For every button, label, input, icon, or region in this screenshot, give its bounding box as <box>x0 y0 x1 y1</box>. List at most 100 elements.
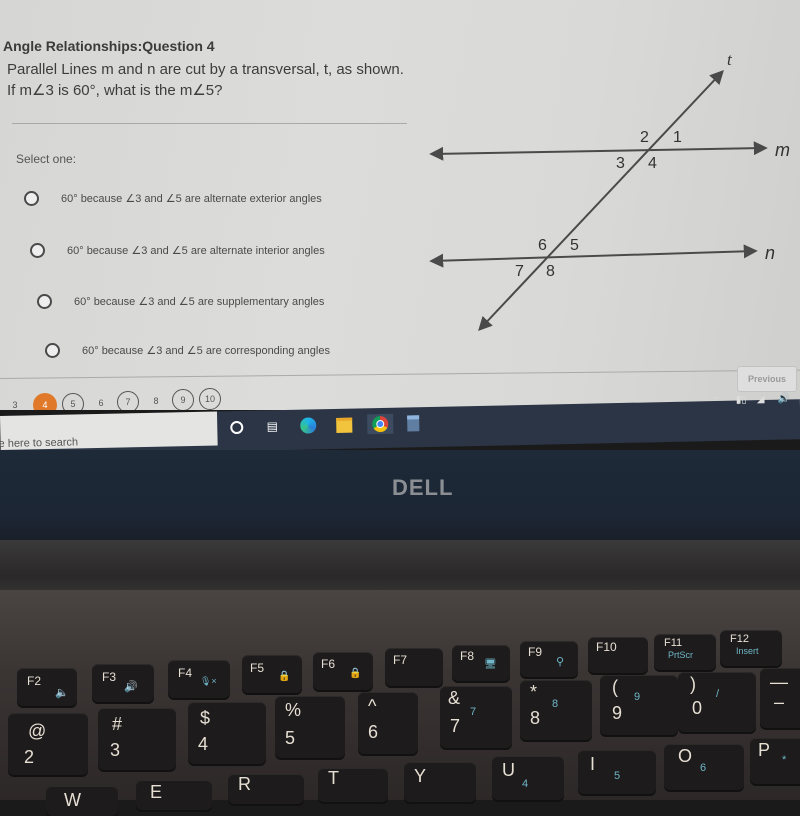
key-legend: 9 <box>612 703 623 723</box>
key-legend: F5 <box>250 661 265 675</box>
key-legend: 8 <box>530 708 541 728</box>
page-4-current[interactable]: 4 <box>33 393 57 410</box>
key-i[interactable]: I5 <box>578 750 656 794</box>
key-p[interactable]: P * <box>750 738 800 784</box>
key-f8[interactable]: F8 🖥 <box>452 645 510 681</box>
key-e[interactable]: E <box>136 780 212 810</box>
line-m <box>429 141 768 161</box>
chrome-icon[interactable] <box>367 413 394 435</box>
calculator-icon[interactable] <box>403 413 423 433</box>
battery-icon[interactable]: ▮▯ <box>736 394 747 405</box>
key-legend: F9 <box>528 645 543 659</box>
key-legend: — <box>770 672 788 692</box>
page-5[interactable]: 5 <box>62 393 84 410</box>
radio-button[interactable] <box>24 191 39 206</box>
page-8[interactable]: 8 <box>145 390 167 410</box>
key-legend: F10 <box>596 640 617 654</box>
answer-option-1[interactable]: 60° because ∠3 and ∠5 are alternate exte… <box>24 191 322 206</box>
angle-8: 8 <box>546 263 555 280</box>
answer-option-4[interactable]: 60° because ∠3 and ∠5 are corresponding … <box>45 343 330 358</box>
angle-4: 4 <box>648 155 657 172</box>
key-y[interactable]: Y <box>404 762 476 802</box>
answer-label: 60° because ∠3 and ∠5 are alternate inte… <box>67 245 325 257</box>
key-legend: Y <box>414 766 427 786</box>
divider <box>12 123 407 124</box>
key-legend: 6 <box>368 722 379 742</box>
key-legend: 5 <box>285 728 296 748</box>
radio-button[interactable] <box>37 294 52 309</box>
key-2[interactable]: @2 <box>8 713 88 775</box>
key-legend: PrtScr <box>668 650 694 660</box>
key-f7[interactable]: F7 <box>385 648 443 686</box>
key-7[interactable]: & 7 7 <box>440 686 512 748</box>
volume-down-icon: 🔈 <box>55 687 69 699</box>
key-f10[interactable]: F10 <box>588 637 648 673</box>
label-t: t <box>727 50 733 69</box>
select-prompt: Select one: <box>16 152 77 166</box>
key-9[interactable]: (9 9 <box>600 675 678 735</box>
key-legend: I <box>590 754 596 774</box>
answer-label: 60° because ∠3 and ∠5 are alternate exte… <box>61 193 322 205</box>
keyboard-deck: F2 🔈 F3 🔊 F4 🎙× F5 🔒 F6 🔒 F7 F8 🖥 F9 ⚲ F10 F11 P… <box>0 590 800 816</box>
page-10[interactable]: 10 <box>199 388 221 410</box>
key-f6[interactable]: F6 🔒 <box>313 652 373 690</box>
key-legend: 7 <box>470 706 477 718</box>
key-f4[interactable]: F4 🎙× <box>168 660 230 698</box>
key-legend: % <box>285 700 302 720</box>
taskbar-search-box[interactable]: e here to search <box>0 411 218 450</box>
key-u[interactable]: U4 <box>492 756 564 800</box>
angle-5: 5 <box>570 237 579 254</box>
key-f11[interactable]: F11 PrtScr <box>654 634 716 670</box>
key-8[interactable]: * 8 8 <box>520 680 592 740</box>
page-9[interactable]: 9 <box>172 389 194 410</box>
key-legend: @ <box>28 721 47 741</box>
radio-button[interactable] <box>45 343 60 358</box>
cortana-icon[interactable] <box>226 417 246 437</box>
volume-icon[interactable]: 🔊 <box>778 393 791 404</box>
key-f3[interactable]: F3 🔊 <box>92 664 154 702</box>
key-minus[interactable]: — – <box>760 668 800 728</box>
radio-button[interactable] <box>30 243 45 258</box>
key-f9[interactable]: F9 ⚲ <box>520 641 578 677</box>
key-4[interactable]: $4 <box>188 702 266 764</box>
page-6[interactable]: 6 <box>90 392 112 410</box>
file-explorer-icon[interactable] <box>334 415 354 435</box>
key-legend: / <box>716 688 720 700</box>
key-5[interactable]: % 5 <box>275 696 345 758</box>
label-m: m <box>775 140 790 160</box>
key-f2[interactable]: F2 🔈 <box>17 668 77 706</box>
key-legend: F8 <box>460 649 475 663</box>
answer-option-2[interactable]: 60° because ∠3 and ∠5 are alternate inte… <box>30 243 325 258</box>
answer-option-3[interactable]: 60° because ∠3 and ∠5 are supplementary … <box>37 294 324 309</box>
transversal-t <box>478 69 724 332</box>
key-legend: # <box>112 714 123 734</box>
key-legend: P <box>758 740 771 760</box>
edge-icon[interactable] <box>298 415 318 435</box>
line-n <box>429 244 758 268</box>
page-7[interactable]: 7 <box>117 391 139 410</box>
key-legend: ) <box>690 674 696 694</box>
page-3[interactable]: 3 <box>4 394 26 410</box>
key-legend: W <box>64 790 81 810</box>
key-f12[interactable]: F12 Insert <box>720 630 782 666</box>
lock-icon: 🔒 <box>278 671 291 682</box>
key-legend: R <box>238 774 251 794</box>
previous-button[interactable]: Previous <box>737 366 797 392</box>
key-w[interactable]: W <box>46 786 118 816</box>
key-6[interactable]: ^ 6 <box>358 692 418 754</box>
key-f5[interactable]: F5 🔒 <box>242 655 302 693</box>
label-n: n <box>765 243 775 263</box>
key-0[interactable]: ) 0 / <box>678 672 756 732</box>
chevron-up-icon[interactable]: ˆ <box>715 395 719 409</box>
wifi-icon[interactable]: ◢ <box>757 394 765 405</box>
key-legend: 5 <box>614 770 621 782</box>
dell-logo: DELL <box>392 475 454 500</box>
answer-label: 60° because ∠3 and ∠5 are corresponding … <box>82 345 330 357</box>
question-text: Parallel Lines m and n are cut by a tran… <box>7 59 417 101</box>
task-view-icon[interactable]: ▤ <box>262 416 282 436</box>
key-t[interactable]: T <box>318 768 388 802</box>
key-o[interactable]: O6 <box>664 744 744 790</box>
key-3[interactable]: #3 <box>98 708 176 770</box>
search-placeholder: e here to search <box>0 436 79 451</box>
key-legend: ( <box>612 677 618 697</box>
